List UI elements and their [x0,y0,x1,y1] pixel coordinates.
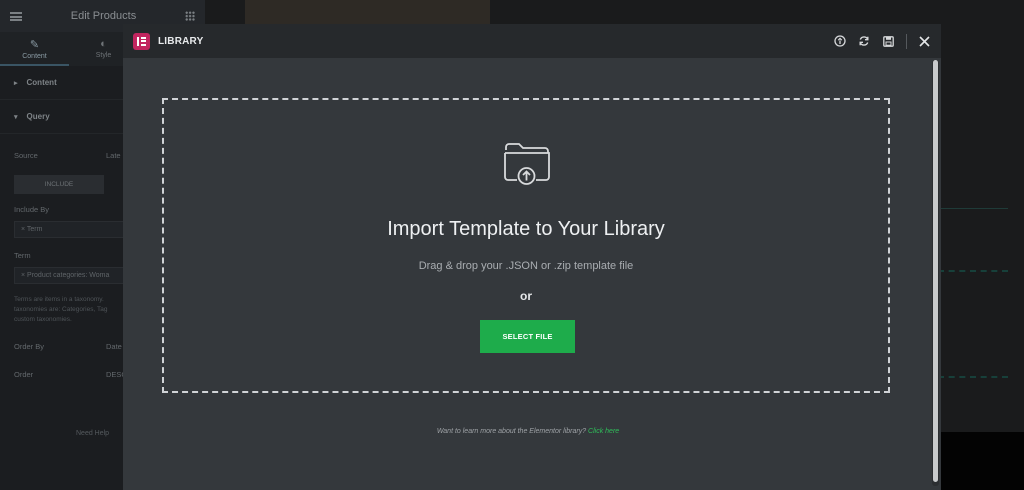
preview-image [245,0,490,25]
preview-divider [938,208,1008,209]
tab-style-label: Style [95,52,112,59]
dropzone-or: or [520,289,532,303]
library-modal: LIBRARY Import Template to Your Library … [123,24,941,490]
library-footer: Want to learn more about the Elementor l… [123,428,933,435]
save-icon[interactable] [876,24,900,58]
include-tab[interactable]: INCLUDE [14,175,104,194]
dropzone-subtitle: Drag & drop your .JSON or .zip template … [418,260,634,272]
order-by-label: Order By [14,342,45,351]
order-label: Order [14,370,34,379]
scrollbar-thumb[interactable] [933,60,938,482]
dropzone-title: Import Template to Your Library [387,218,665,240]
source-label: Source [14,151,38,160]
caret-right-icon: ▸ [14,79,18,87]
include-by-label: Include By [14,205,50,214]
modal-header: LIBRARY [123,24,941,58]
header-actions [828,24,941,58]
pencil-icon: ✎ [29,39,40,51]
term-label: Term [14,251,31,260]
panel-title: Edit Products [70,10,137,22]
folder-upload-icon [504,143,550,185]
need-help-link[interactable]: Need Help [76,430,109,437]
click-here-link[interactable]: Click here [588,428,619,435]
source-select[interactable]: Late [106,151,121,160]
modal-title: LIBRARY [158,35,204,47]
tab-content-label: Content [22,53,47,60]
order-row: Order DESC [14,370,127,379]
order-by-row: Order By Date [14,342,122,351]
sync-icon[interactable] [852,24,876,58]
order-by-select[interactable]: Date [106,342,122,351]
import-dropzone[interactable]: Import Template to Your Library Drag & d… [162,98,890,393]
modal-scrollbar[interactable] [932,60,939,486]
footer-text: Want to learn more about the Elementor l… [436,428,587,435]
elementor-logo-icon [133,32,150,50]
preview-empty-section [938,270,1008,378]
widgets-grid-icon[interactable] [185,11,195,21]
info-icon[interactable] [828,24,852,58]
caret-down-icon: ▾ [14,113,18,121]
section-content-label: Content [26,78,57,87]
term-hint: Terms are items in a taxonomy. taxonomie… [14,296,108,323]
section-query-label: Query [26,112,50,121]
tab-content[interactable]: ✎ Content [0,32,69,66]
select-file-button[interactable]: SELECT FILE [480,320,575,353]
hamburger-icon[interactable] [10,11,22,21]
header-separator [906,33,907,49]
close-icon[interactable] [911,24,937,58]
source-row: Source Late [14,151,121,160]
